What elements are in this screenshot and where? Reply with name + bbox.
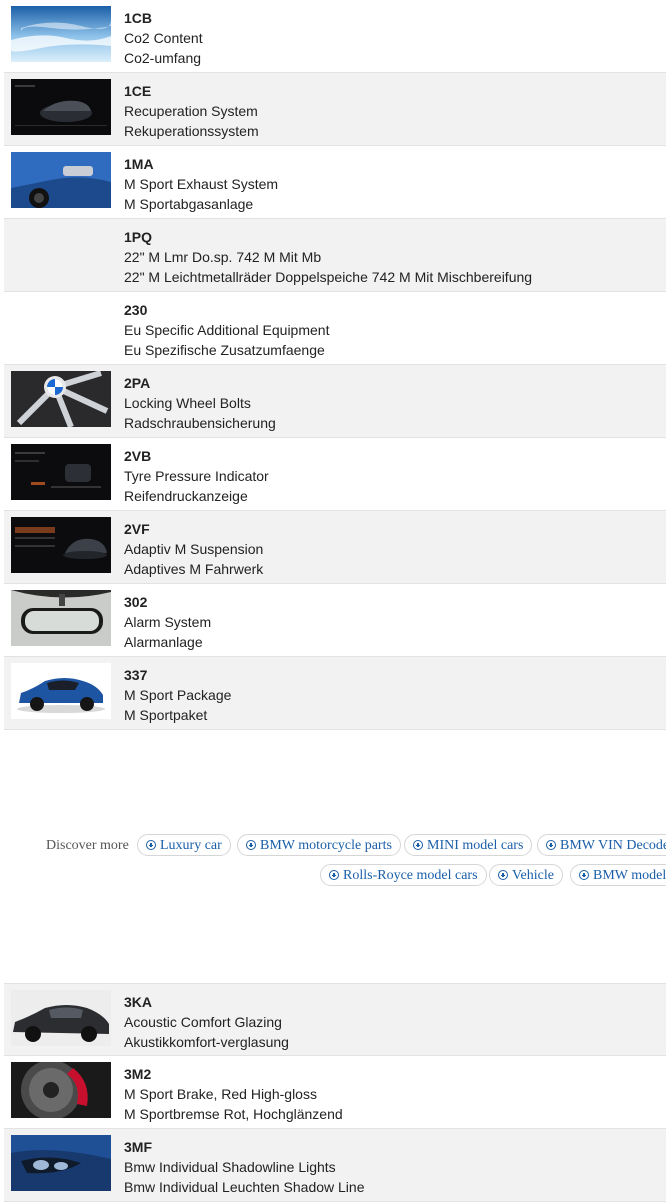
discover-more-label: Discover more <box>46 838 129 853</box>
rear-view-mirror-image <box>11 590 111 646</box>
option-name-de: M Sportbremse Rot, Hochglänzend <box>124 1106 343 1122</box>
option-name-en: 22" M Lmr Do.sp. 742 M Mit Mb <box>124 249 322 265</box>
red-brake-caliper-image <box>11 1062 111 1118</box>
option-code: 302 <box>124 594 148 610</box>
plus-circle-icon <box>246 840 256 850</box>
option-code: 3M2 <box>124 1066 152 1082</box>
option-code: 3MF <box>124 1139 152 1155</box>
option-name-en: Bmw Individual Shadowline Lights <box>124 1159 336 1175</box>
option-name-de: Alarmanlage <box>124 634 203 650</box>
option-code: 337 <box>124 667 148 683</box>
list-item: 2PA Locking Wheel Bolts Radschraubensich… <box>4 365 666 438</box>
option-name-de: Adaptives M Fahrwerk <box>124 561 264 577</box>
option-name-de: Radschraubensicherung <box>124 415 276 431</box>
option-name-en: Co2 Content <box>124 30 203 46</box>
wheel-hub-image <box>11 371 111 427</box>
plus-circle-icon <box>498 870 508 880</box>
option-name-en: M Sport Brake, Red High-gloss <box>124 1086 317 1102</box>
option-name-de: Eu Spezifische Zusatzumfaenge <box>124 342 325 358</box>
option-name-en: Alarm System <box>124 614 212 630</box>
list-item: 337 M Sport Package M Sportpaket <box>4 657 666 730</box>
list-item: 1PQ 22" M Lmr Do.sp. 742 M Mit Mb 22" M … <box>4 219 666 292</box>
option-code: 1PQ <box>124 229 153 245</box>
option-name-de: Reifendruckanzeige <box>124 488 248 504</box>
option-name-de: Rekuperationssystem <box>124 123 259 139</box>
list-item: 1CB Co2 Content Co2-umfang <box>4 0 666 73</box>
list-item: 3KA Acoustic Comfort Glazing Akustikkomf… <box>4 983 666 1056</box>
list-item: 2VB Tyre Pressure Indicator Reifendrucka… <box>4 438 666 511</box>
plus-circle-icon <box>146 840 156 850</box>
chip-vehicle[interactable]: Vehicle <box>489 864 563 886</box>
option-code: 2VF <box>124 521 150 537</box>
option-name-en: Eu Specific Additional Equipment <box>124 322 330 338</box>
option-list: 1CB Co2 Content Co2-umfang 1CE Recuperat… <box>4 0 666 730</box>
headlight-image <box>11 1135 111 1191</box>
option-name-en: Acoustic Comfort Glazing <box>124 1014 282 1030</box>
idrive-suspension-screen-image <box>11 517 111 573</box>
plus-circle-icon <box>413 840 423 850</box>
chip-luxury-car[interactable]: Luxury car <box>137 834 231 856</box>
plus-circle-icon <box>579 870 589 880</box>
option-name-en: Locking Wheel Bolts <box>124 395 251 411</box>
option-name-de: 22" M Leichtmetallräder Doppelspeiche 74… <box>124 269 533 285</box>
option-name-en: M Sport Package <box>124 687 232 703</box>
blue-suv-image <box>11 663 111 719</box>
option-code: 3KA <box>124 994 153 1010</box>
plus-circle-icon <box>546 840 556 850</box>
option-name-de: Bmw Individual Leuchten Shadow Line <box>124 1179 365 1195</box>
chip-bmw-vin-decoder[interactable]: BMW VIN Decoder <box>537 834 666 856</box>
sky-clouds-image <box>11 6 111 62</box>
option-code: 230 <box>124 302 148 318</box>
option-name-de: M Sportabgasanlage <box>124 196 254 212</box>
option-name-de: M Sportpaket <box>124 707 208 723</box>
exhaust-rear-image <box>11 152 111 208</box>
discover-more-bar: Discover more Luxury car BMW motorcycle … <box>0 830 666 890</box>
option-name-en: Recuperation System <box>124 103 258 119</box>
option-name-en: Tyre Pressure Indicator <box>124 468 269 484</box>
chip-rolls-royce-model-cars[interactable]: Rolls-Royce model cars <box>320 864 487 886</box>
option-code: 1MA <box>124 156 154 172</box>
plus-circle-icon <box>329 870 339 880</box>
option-code: 1CE <box>124 83 152 99</box>
option-code: 2VB <box>124 448 152 464</box>
list-item: 1CE Recuperation System Rekuperationssys… <box>4 73 666 146</box>
chip-bmw-motorcycle-parts[interactable]: BMW motorcycle parts <box>237 834 401 856</box>
list-item: 1MA M Sport Exhaust System M Sportabgasa… <box>4 146 666 219</box>
option-name-de: Akustikkomfort-verglasung <box>124 1034 289 1050</box>
option-name-de: Co2-umfang <box>124 50 202 66</box>
list-item: 2VF Adaptiv M Suspension Adaptives M Fah… <box>4 511 666 584</box>
option-code: 1CB <box>124 10 153 26</box>
chip-bmw-model[interactable]: BMW model <box>570 864 666 886</box>
option-name-en: Adaptiv M Suspension <box>124 541 264 557</box>
option-list: 3KA Acoustic Comfort Glazing Akustikkomf… <box>4 983 666 1202</box>
chip-mini-model-cars[interactable]: MINI model cars <box>404 834 533 856</box>
idrive-tyre-screen-image <box>11 444 111 500</box>
list-item: 3M2 M Sport Brake, Red High-gloss M Spor… <box>4 1056 666 1129</box>
option-name-en: M Sport Exhaust System <box>124 176 279 192</box>
dark-suv-side-image <box>11 990 111 1046</box>
list-item: 302 Alarm System Alarmanlage <box>4 584 666 657</box>
list-item: 230 Eu Specific Additional Equipment Eu … <box>4 292 666 365</box>
list-item: 3MF Bmw Individual Shadowline Lights Bmw… <box>4 1129 666 1202</box>
idrive-screen-car-image <box>11 79 111 135</box>
option-code: 2PA <box>124 375 151 391</box>
